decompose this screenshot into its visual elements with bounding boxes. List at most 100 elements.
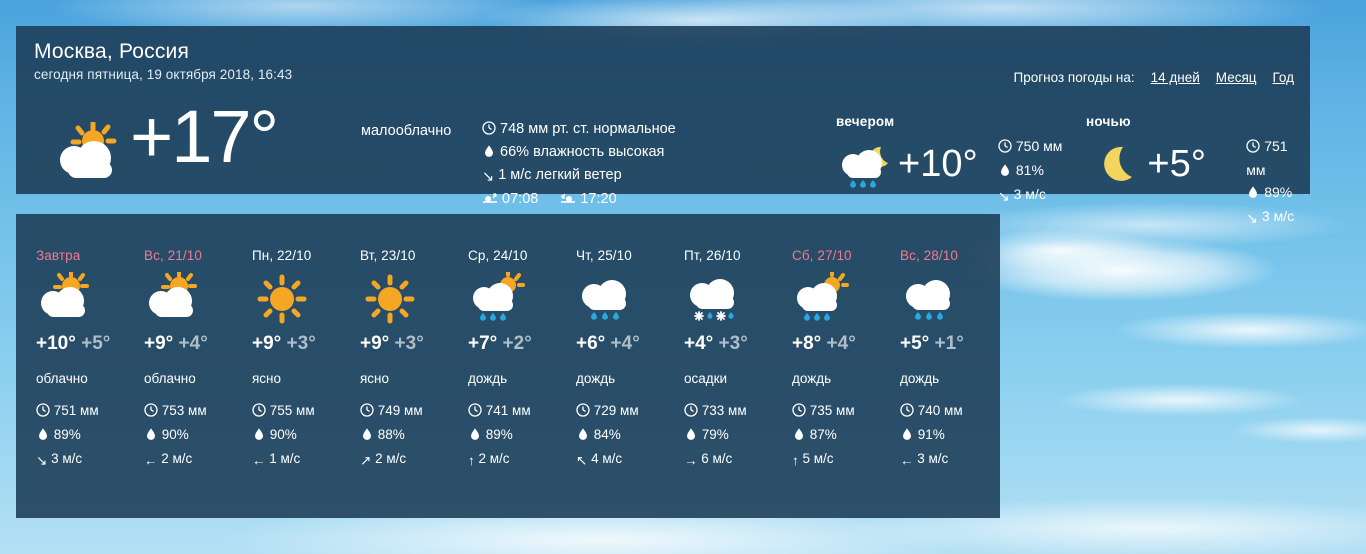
humidity-drop-icon xyxy=(36,426,50,448)
forecast-day-humidity-line: 90% xyxy=(144,424,232,448)
forecast-day-temps: +5° +1° xyxy=(900,333,988,355)
forecast-day-temps: +9° +3° xyxy=(360,333,448,355)
forecast-day-humidity-line: 91% xyxy=(900,424,988,448)
sunset-time: 17:20 xyxy=(580,191,617,207)
forecast-day-label: Вс, 28/10 xyxy=(900,248,958,263)
sun-times-row: 07:08 17:20 xyxy=(482,189,676,212)
current-temperature: +17° xyxy=(130,95,279,178)
humidity-drop-icon xyxy=(792,426,806,448)
nav-link-year[interactable]: Год xyxy=(1273,70,1295,85)
current-conditions-row: +17° малооблачно 748 мм рт. ст. нормальн… xyxy=(16,100,1310,226)
forecast-day-wind-value: 1 м/с xyxy=(269,451,301,466)
humidity-drop-icon xyxy=(1246,183,1260,205)
current-humidity-value: 66% влажность высокая xyxy=(500,144,665,160)
forecast-day-pressure-line: 755 мм xyxy=(252,400,340,424)
forecast-day-label: Сб, 27/10 xyxy=(792,248,852,263)
forecast-day-low: +4° xyxy=(826,333,856,354)
forecast-day-stats: 729 мм 84% ↖ 4 м/с xyxy=(576,400,664,472)
forecast-day-temps: +10° +5° xyxy=(36,333,124,355)
forecast-day-column[interactable]: Вс, 21/10 +9° +4° облачно 753 мм 90% ← 2 м/… xyxy=(124,248,232,472)
forecast-day-pressure-line: 740 мм xyxy=(900,400,988,424)
forecast-day-column[interactable]: Вс, 28/10 +5° +1° дождь 740 мм 91% ← 3 м/с xyxy=(880,248,988,472)
forecast-day-wind-line: ↗ 2 м/с xyxy=(360,448,448,472)
forecast-day-column[interactable]: Пт, 26/10 +4° +3° осадки 733 мм 79% → 6 м/с xyxy=(664,248,772,472)
forecast-day-pressure-value: 749 мм xyxy=(377,403,423,418)
forecast-day-humidity-value: 84% xyxy=(593,427,621,442)
forecast-day-label: Пн, 22/10 xyxy=(252,248,312,263)
sunset-icon xyxy=(560,191,576,212)
forecast-day-pressure-line: 729 мм xyxy=(576,400,664,424)
forecast-day-column[interactable]: Завтра +10° +5° облачно 751 мм 89% ↘ 3 м/с xyxy=(16,248,124,472)
forecast-day-stats: 755 мм 90% ← 1 м/с xyxy=(252,400,340,472)
wind-direction-icon: ↘ xyxy=(482,169,495,185)
forecast-day-humidity-line: 84% xyxy=(576,424,664,448)
forecast-day-column[interactable]: Сб, 27/10 +8° +4° дождь 735 мм 87% ↑ 5 м/с xyxy=(772,248,880,472)
forecast-day-wind-line: ← 3 м/с xyxy=(900,448,988,472)
forecast-day-wind-value: 2 м/с xyxy=(375,451,407,466)
sun-cloud-icon xyxy=(36,263,124,321)
forecast-day-wind-value: 3 м/с xyxy=(917,451,949,466)
humidity-drop-icon xyxy=(144,426,158,448)
forecast-day-column[interactable]: Ср, 24/10 +7° +2° дождь 741 мм 89% ↑ 2 м/с xyxy=(448,248,556,472)
forecast-day-label: Вс, 21/10 xyxy=(144,248,202,263)
pressure-icon xyxy=(36,402,50,424)
forecast-day-temps: +9° +3° xyxy=(252,333,340,355)
wind-direction-icon: ↗ xyxy=(360,453,372,468)
forecast-day-wind-line: → 6 м/с xyxy=(684,448,772,472)
forecast-day-wind-value: 2 м/с xyxy=(161,451,193,466)
forecast-day-humidity-value: 88% xyxy=(377,427,405,442)
evening-humidity-line: 81% xyxy=(998,159,1062,183)
forecast-day-wind-line: ↖ 4 м/с xyxy=(576,448,664,472)
forecast-day-column[interactable]: Пн, 22/10 +9° +3° ясно 755 мм 90% ← 1 м/с xyxy=(232,248,340,472)
nav-link-month[interactable]: Месяц xyxy=(1216,70,1257,85)
current-wind-line: ↘ 1 м/с легкий ветер xyxy=(482,165,676,188)
forecast-day-humidity-line: 89% xyxy=(468,424,556,448)
forecast-day-humidity-value: 89% xyxy=(53,427,81,442)
forecast-day-high: +7° xyxy=(468,333,498,354)
pressure-icon xyxy=(252,402,266,424)
forecast-day-low: +4° xyxy=(178,333,208,354)
night-wind-line: ↘ 3 м/с xyxy=(1246,205,1310,229)
forecast-day-column[interactable]: Вт, 23/10 +9° +3° ясно 749 мм 88% ↗ 2 м/с xyxy=(340,248,448,472)
wind-direction-icon: ↑ xyxy=(468,453,475,468)
forecast-day-high: +8° xyxy=(792,333,822,354)
humidity-drop-icon xyxy=(360,426,374,448)
partly-cloudy-sun-icon xyxy=(52,120,124,189)
forecast-day-wind-line: ← 2 м/с xyxy=(144,448,232,472)
forecast-day-label: Ср, 24/10 xyxy=(468,248,528,263)
forecast-day-stats: 733 мм 79% → 6 м/с xyxy=(684,400,772,472)
nav-link-14-days[interactable]: 14 дней xyxy=(1151,70,1200,85)
pressure-icon xyxy=(482,121,496,142)
forecast-day-high: +4° xyxy=(684,333,714,354)
page-title: Москва, Россия xyxy=(34,40,190,63)
pressure-icon xyxy=(468,402,482,424)
forecast-day-wind-line: ↘ 3 м/с xyxy=(36,448,124,472)
evening-wind-value: 3 м/с xyxy=(1013,186,1046,202)
forecast-day-pressure-line: 753 мм xyxy=(144,400,232,424)
forecast-day-pressure-value: 735 мм xyxy=(809,403,855,418)
sun-cloud-rain-icon xyxy=(468,263,556,321)
evening-pressure-value: 750 мм xyxy=(1015,138,1063,154)
sun-icon xyxy=(252,263,340,321)
cloud-rain-icon xyxy=(576,263,664,321)
pressure-icon xyxy=(360,402,374,424)
sunset-group: 17:20 xyxy=(560,189,617,212)
humidity-drop-icon xyxy=(900,426,914,448)
night-temperature: +5° xyxy=(1147,143,1206,185)
wind-direction-icon: ↘ xyxy=(1246,210,1259,226)
forecast-day-description: дождь xyxy=(468,371,508,386)
pressure-icon xyxy=(998,137,1012,159)
wind-direction-icon: ↖ xyxy=(576,453,588,468)
cloud-rain-moon-icon xyxy=(836,135,894,189)
night-pressure-line: 751 мм xyxy=(1246,135,1310,181)
forecast-day-low: +1° xyxy=(934,333,964,354)
evening-temperature: +10° xyxy=(898,143,978,185)
pressure-icon xyxy=(1246,137,1260,159)
forecast-day-high: +6° xyxy=(576,333,606,354)
forecast-nav-label: Прогноз погоды на: xyxy=(1013,70,1135,85)
forecast-day-wind-line: ↑ 2 м/с xyxy=(468,448,556,472)
forecast-day-humidity-line: 89% xyxy=(36,424,124,448)
cloud-sleet-icon xyxy=(684,263,772,321)
forecast-day-column[interactable]: Чт, 25/10 +6° +4° дождь 729 мм 84% ↖ 4 м/с xyxy=(556,248,664,472)
pressure-icon xyxy=(576,402,590,424)
